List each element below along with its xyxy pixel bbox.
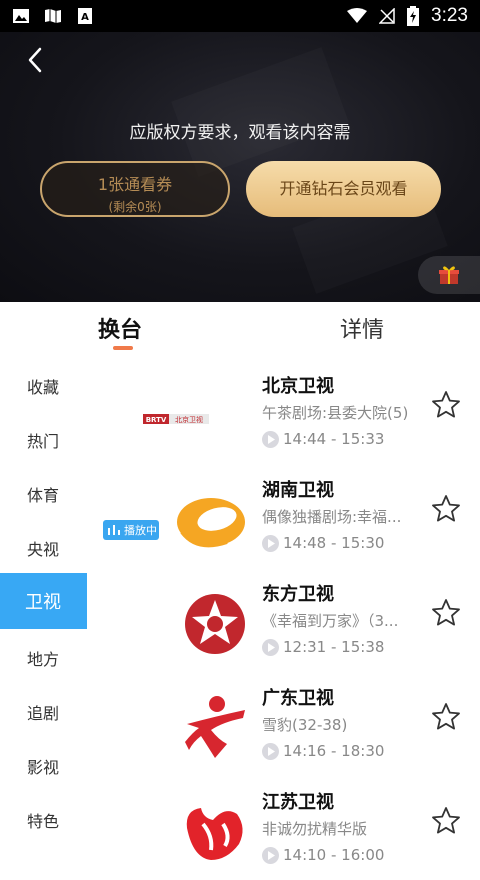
sidebar-item-local[interactable]: 地方 <box>0 630 87 686</box>
font-icon: A <box>78 8 92 24</box>
wifi-icon <box>347 8 368 23</box>
play-icon <box>262 534 279 552</box>
channel-program: 偶像独播剧场:幸福... <box>262 508 402 526</box>
clock: 3:23 <box>431 5 468 26</box>
channel-item-dongfang[interactable]: 东方卫视 《幸福到万家》（3... 12:31 - 15:38 <box>87 568 480 672</box>
channel-time-text: 14:44 - 15:33 <box>283 430 385 448</box>
channel-program: 非诚勿扰精华版 <box>262 820 368 838</box>
sidebar-item-label: 卫视 <box>25 592 61 613</box>
favorite-star-icon[interactable] <box>431 390 461 420</box>
use-ticket-button[interactable]: 1张通看券 (剩余0张) <box>40 161 230 217</box>
svg-text:BRTV: BRTV <box>146 416 167 424</box>
tab-bar: 换台 详情 <box>0 302 480 358</box>
gift-button[interactable] <box>418 256 480 294</box>
jiangsu-logo <box>186 808 243 860</box>
channel-program: 《幸福到万家》（3... <box>262 612 399 630</box>
hunan-logo <box>177 498 245 548</box>
map-icon <box>45 9 61 23</box>
channel-time-text: 12:31 - 15:38 <box>283 638 385 656</box>
channel-time-text: 14:10 - 16:00 <box>283 846 385 864</box>
favorite-star-icon[interactable] <box>431 702 461 732</box>
channel-time: 14:48 - 15:30 <box>262 534 384 552</box>
sidebar-item-satellite[interactable]: 卫视 <box>0 573 87 629</box>
tab-switch-channel[interactable]: 换台 <box>98 312 142 344</box>
brtv-logo: BRTV 北京卫视 <box>143 414 209 424</box>
sidebar-item-label: 央视 <box>27 540 60 559</box>
channel-time-text: 14:48 - 15:30 <box>283 534 385 552</box>
gift-icon <box>439 266 459 284</box>
channel-item-beijing[interactable]: BRTV 北京卫视 北京卫视 午茶剧场:县委大院(5) 14:44 - 15:3… <box>87 360 480 464</box>
channel-name: 东方卫视 <box>262 584 334 605</box>
no-signal-icon <box>379 8 395 24</box>
channel-name: 湖南卫视 <box>262 480 334 501</box>
play-icon <box>262 430 279 448</box>
channel-program: 雪豹(32-38) <box>262 716 348 734</box>
background-decoration <box>171 47 349 177</box>
sidebar-item-label: 追剧 <box>27 704 60 723</box>
image-icon <box>13 9 29 23</box>
ticket-remaining-label: (剩余0张) <box>108 200 162 214</box>
channel-time: 12:31 - 15:38 <box>262 638 384 656</box>
sidebar-item-sports[interactable]: 体育 <box>0 466 87 522</box>
sidebar-item-movies[interactable]: 影视 <box>0 738 87 794</box>
sidebar-item-label: 体育 <box>27 486 60 505</box>
equalizer-icon <box>108 525 120 535</box>
battery-charging-icon <box>407 6 420 26</box>
sidebar-item-label: 地方 <box>27 650 60 669</box>
favorite-star-icon[interactable] <box>431 494 461 524</box>
sidebar-item-label: 热门 <box>27 432 60 451</box>
svg-text:北京卫视: 北京卫视 <box>175 415 203 424</box>
play-icon <box>262 638 279 656</box>
svg-text:A: A <box>81 12 89 23</box>
sidebar-item-series[interactable]: 追剧 <box>0 684 87 740</box>
channel-item-guangdong[interactable]: 广东卫视 雪豹(32-38) 14:16 - 18:30 <box>87 672 480 776</box>
channel-time-text: 14:16 - 18:30 <box>283 742 385 760</box>
play-icon <box>262 846 279 864</box>
sidebar-item-featured[interactable]: 特色 <box>0 792 87 848</box>
tab-active-indicator <box>113 346 133 350</box>
category-sidebar: 收藏 热门 体育 央视 卫视 地方 追剧 影视 特色 <box>0 358 87 853</box>
channel-time: 14:10 - 16:00 <box>262 846 384 864</box>
open-vip-button[interactable]: 开通钻石会员观看 <box>246 161 441 217</box>
favorite-star-icon[interactable] <box>431 806 461 836</box>
ticket-button-label: 1张通看券 <box>97 175 173 194</box>
channel-name: 北京卫视 <box>262 376 334 397</box>
channel-time: 14:16 - 18:30 <box>262 742 384 760</box>
channel-time: 14:44 - 15:33 <box>262 430 384 448</box>
sidebar-item-label: 影视 <box>27 758 60 777</box>
channel-item-hunan[interactable]: 播放中 湖南卫视 偶像独播剧场:幸福... 14:48 - 15:30 <box>87 464 480 568</box>
now-playing-badge: 播放中 <box>103 520 159 540</box>
sidebar-item-cctv[interactable]: 央视 <box>0 520 87 576</box>
sidebar-item-label: 收藏 <box>27 378 60 397</box>
now-playing-label: 播放中 <box>124 524 157 537</box>
sidebar-item-favorites[interactable]: 收藏 <box>0 358 87 414</box>
status-bar: A 3:23 <box>0 0 480 32</box>
channel-name: 广东卫视 <box>262 688 334 709</box>
sidebar-item-hot[interactable]: 热门 <box>0 412 87 468</box>
back-arrow-icon[interactable] <box>22 46 50 74</box>
tab-details[interactable]: 详情 <box>340 312 384 344</box>
dragon-logo <box>185 594 245 654</box>
video-player[interactable]: 应版权方要求，观看该内容需 1张通看券 (剩余0张) 开通钻石会员观看 <box>0 32 480 302</box>
channel-name: 江苏卫视 <box>262 792 334 813</box>
sidebar-item-label: 特色 <box>27 812 60 831</box>
copyright-prompt: 应版权方要求，观看该内容需 <box>129 123 351 143</box>
channel-item-jiangsu[interactable]: 江苏卫视 非诚勿扰精华版 14:10 - 16:00 <box>87 776 480 880</box>
play-icon <box>262 742 279 760</box>
guangdong-logo <box>185 696 245 758</box>
favorite-star-icon[interactable] <box>431 598 461 628</box>
channel-program: 午茶剧场:县委大院(5) <box>262 404 409 422</box>
